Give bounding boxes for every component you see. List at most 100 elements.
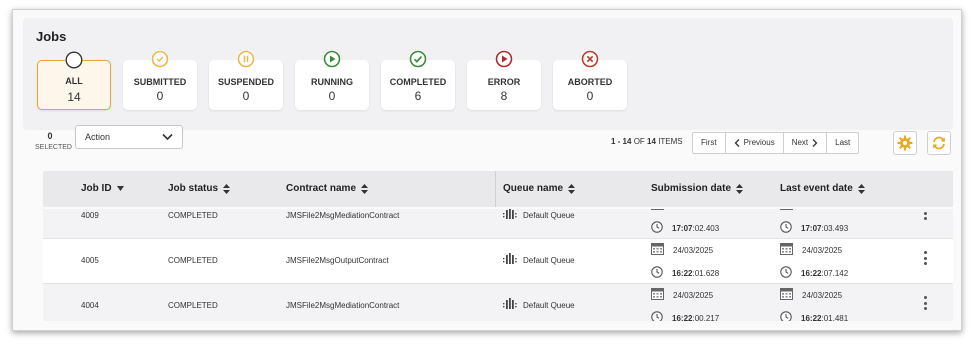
next-page-button[interactable]: Next xyxy=(784,133,828,153)
status-card-count: 8 xyxy=(500,89,508,103)
cell-contract-name: JMSFile2MsgMediationContract xyxy=(286,301,400,310)
last-event-time-text: 16:22:07.142 xyxy=(801,269,848,278)
status-card-label: COMPLETED xyxy=(389,77,447,87)
items-of: OF xyxy=(633,137,645,146)
cell-job-id: 4009 xyxy=(81,211,99,220)
clock-icon xyxy=(651,266,663,280)
sort-icon xyxy=(857,183,865,194)
play-icon xyxy=(323,50,341,68)
clock-icon xyxy=(651,311,663,321)
row-menu-kebab-icon[interactable] xyxy=(923,296,929,312)
first-page-button[interactable]: First xyxy=(693,133,726,153)
column-header-label: Job status xyxy=(168,183,219,194)
table-toolbar: 0 SELECTED Action 1 - 14 OF 14 ITEMS Fir… xyxy=(13,125,961,165)
table-row[interactable]: 4004 COMPLETED JMSFile2MsgMediationContr… xyxy=(43,284,953,321)
cell-job-id: 4005 xyxy=(81,256,99,265)
submission-time: 16:22:01.628 xyxy=(651,266,719,280)
last-event-date: 24/03/2025 xyxy=(780,243,842,257)
status-card-label: RUNNING xyxy=(311,77,353,87)
last-event-date xyxy=(780,209,802,212)
column-header-submission-date[interactable]: Submission date xyxy=(651,183,744,194)
queue-name-text: Default Queue xyxy=(523,255,575,265)
row-menu-kebab-icon[interactable] xyxy=(923,209,929,222)
table-body: 4009 COMPLETED JMSFile2MsgMediationContr… xyxy=(43,209,953,321)
cell-job-id: 4004 xyxy=(81,301,99,310)
column-header-job-id[interactable]: Job ID xyxy=(81,183,124,194)
last-event-date-text: 24/03/2025 xyxy=(802,245,843,255)
status-card-completed[interactable]: COMPLETED 6 xyxy=(381,50,455,110)
selected-count-label: SELECTED xyxy=(35,144,72,151)
last-page-label: Last xyxy=(835,138,851,147)
column-header-job-status[interactable]: Job status xyxy=(168,183,231,194)
submission-time-rest: :00.217 xyxy=(692,313,720,322)
last-page-button[interactable]: Last xyxy=(827,133,858,153)
submission-time-text: 16:22:00.217 xyxy=(672,314,719,322)
items-info: 1 - 14 OF 14 ITEMS xyxy=(611,137,683,146)
calendar-icon xyxy=(651,243,664,257)
status-card-count: 0 xyxy=(156,89,164,103)
clock-icon xyxy=(651,221,663,235)
cell-queue-name: Default Queue xyxy=(503,209,575,222)
submission-time-bold: 16:22 xyxy=(672,268,693,278)
settings-button[interactable] xyxy=(893,131,917,155)
check-icon xyxy=(409,50,427,68)
last-event-date: 24/03/2025 xyxy=(780,288,842,302)
column-header-last-event-date[interactable]: Last event date xyxy=(780,183,865,194)
status-card-aborted[interactable]: ABORTED 0 xyxy=(553,50,627,110)
status-card-all[interactable]: ALL 14 xyxy=(37,51,111,110)
pause-icon xyxy=(237,50,255,68)
submission-time-text: 17:07:02.403 xyxy=(672,224,719,233)
chevron-left-icon xyxy=(734,139,740,147)
submission-time-text: 16:22:01.628 xyxy=(672,269,719,278)
column-header-label: Job ID xyxy=(81,183,112,194)
table-row[interactable]: 4009 COMPLETED JMSFile2MsgMediationContr… xyxy=(43,209,953,239)
status-card-submitted[interactable]: SUBMITTED 0 xyxy=(123,50,197,110)
cell-job-status: COMPLETED xyxy=(168,211,218,220)
queue-name-text: Default Queue xyxy=(523,210,575,220)
calendar-icon xyxy=(651,288,664,302)
clock-icon xyxy=(780,221,792,235)
last-event-time-rest: :03.493 xyxy=(821,223,849,233)
action-dropdown[interactable]: Action xyxy=(75,125,183,149)
status-card-label: ABORTED xyxy=(567,77,613,87)
items-total: 14 xyxy=(647,137,656,146)
previous-page-button[interactable]: Previous xyxy=(726,133,784,153)
status-card-error[interactable]: ERROR 8 xyxy=(467,50,541,110)
submission-time: 16:22:00.217 xyxy=(651,311,719,321)
selected-count-value: 0 xyxy=(47,131,53,141)
submission-time-bold: 17:07 xyxy=(672,223,693,233)
row-menu-kebab-icon[interactable] xyxy=(923,251,929,267)
items-range: 1 - 14 xyxy=(611,137,632,146)
last-event-time-text: 16:22:01.481 xyxy=(801,314,848,322)
refresh-button[interactable] xyxy=(927,131,951,155)
sort-icon xyxy=(568,183,576,194)
last-event-time: 17:07:03.493 xyxy=(780,221,848,235)
column-header-label: Last event date xyxy=(780,183,853,194)
status-card-count: 0 xyxy=(328,89,336,103)
status-card-suspended[interactable]: SUSPENDED 0 xyxy=(209,50,283,110)
submission-time-rest: :01.628 xyxy=(692,268,720,278)
last-event-time-bold: 16:22 xyxy=(801,268,822,278)
sort-desc-icon xyxy=(116,186,124,191)
clock-icon xyxy=(780,311,792,321)
status-card-running[interactable]: RUNNING 0 xyxy=(295,50,369,110)
error-play-icon xyxy=(495,50,513,68)
submission-time: 17:07:02.403 xyxy=(651,221,719,235)
submission-date xyxy=(651,209,673,212)
column-header-label: Submission date xyxy=(651,183,732,194)
calendar-icon xyxy=(780,209,793,212)
column-header-contract-name[interactable]: Contract name xyxy=(286,183,369,194)
column-header-label: Contract name xyxy=(286,183,357,194)
table-row[interactable]: 4005 COMPLETED JMSFile2MsgOutputContract… xyxy=(43,239,953,284)
last-event-time: 16:22:01.481 xyxy=(780,311,848,321)
cell-contract-name: JMSFile2MsgOutputContract xyxy=(286,256,389,265)
sort-icon xyxy=(361,183,369,194)
calendar-icon xyxy=(780,288,793,302)
first-page-label: First xyxy=(701,138,717,147)
last-event-time-bold: 17:07 xyxy=(801,223,822,233)
cell-queue-name: Default Queue xyxy=(503,253,575,267)
column-header-queue-name[interactable]: Queue name xyxy=(503,183,576,194)
column-divider xyxy=(495,171,496,207)
selected-count: 0 SELECTED xyxy=(35,131,72,151)
refresh-icon xyxy=(933,136,945,150)
